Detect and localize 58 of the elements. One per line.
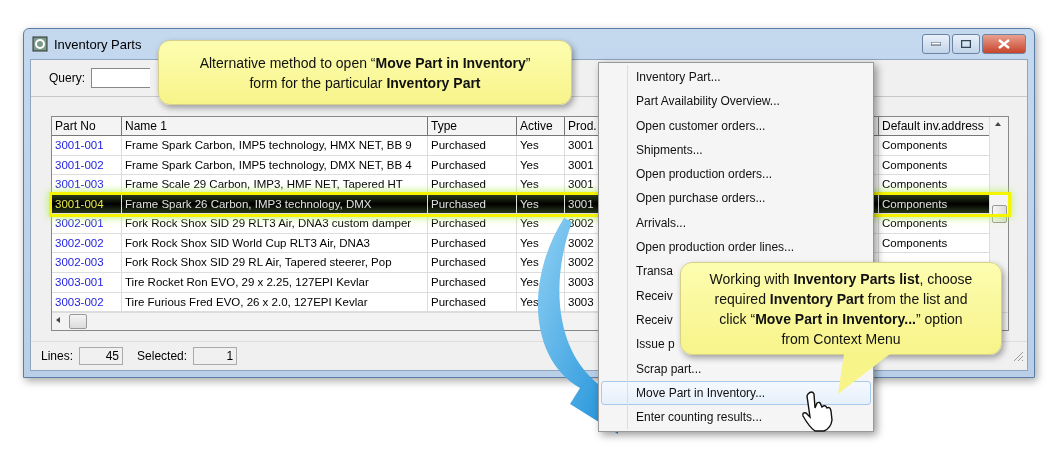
part-link[interactable]: 3003-002 [52, 292, 122, 313]
column-header[interactable]: Default inv.address [879, 117, 990, 136]
part-link[interactable]: 3001-003 [52, 175, 122, 195]
query-field[interactable] [91, 68, 150, 88]
table-cell: Purchased [428, 253, 517, 273]
tooltip-tail [836, 354, 892, 396]
column-header[interactable]: Name 1 [122, 117, 428, 136]
column-header[interactable]: Active [517, 117, 565, 136]
part-link[interactable]: 3003-001 [52, 272, 122, 293]
table-cell: Frame Spark Carbon, IMP5 technology, DMX NET, BB 4 [122, 155, 428, 176]
table-cell: Yes [517, 175, 565, 195]
table-cell: Tire Rocket Ron EVO, 29 x 2.25, 127EPI Kevlar [122, 272, 428, 293]
resize-grip-icon [1012, 350, 1024, 362]
window-title: Inventory Parts [54, 36, 142, 52]
table-cell: Purchased [428, 292, 517, 313]
table-cell: Purchased [428, 155, 517, 176]
hint-tooltip: Working with Inventory Parts list, choose required Inventory Part from the list and click “Move Part in Inventory...” option from Context Menu [680, 262, 1002, 355]
table-cell: Yes [517, 155, 565, 176]
table-cell: Frame Scale 29 Carbon, IMP3, HMF NET, Tapered HT [122, 175, 428, 195]
menu-item[interactable]: Inventory Part... [601, 65, 730, 90]
table-cell: Fork Rock Shox SID World Cup RLT3 Air, DNA3 [122, 233, 428, 254]
part-link[interactable]: 3002-002 [52, 233, 122, 254]
lines-count: 45 [79, 347, 124, 365]
table-cell: Frame Spark 26 Carbon, IMP3 technology, DMX [122, 194, 428, 215]
column-header[interactable]: Part No [52, 117, 122, 136]
part-link[interactable]: 3001-002 [52, 155, 122, 176]
table-cell: Yes [517, 136, 565, 156]
scroll-thumb[interactable] [69, 314, 87, 330]
table-cell: Purchased [428, 136, 517, 156]
menu-item[interactable]: Move Part in Inventory... [601, 380, 871, 406]
menu-item[interactable]: Open customer orders... [601, 113, 775, 138]
column-header[interactable]: Type [428, 117, 517, 136]
selected-label: Selected: [137, 349, 188, 363]
query-label: Query: [49, 71, 85, 85]
table-cell: Frame Spark Carbon, IMP5 technology, HMX NET, BB 9 [122, 136, 428, 156]
part-link[interactable]: 3001-001 [52, 136, 122, 156]
table-cell: Purchased [428, 175, 517, 195]
part-link[interactable]: 3002-003 [52, 253, 122, 273]
table-cell: Components [879, 194, 990, 215]
maximize-button[interactable] [952, 34, 980, 54]
selected-count: 1 [193, 347, 238, 365]
close-button[interactable] [982, 34, 1026, 54]
menu-item[interactable]: Part Availability Overview... [601, 89, 789, 114]
table-cell: Yes [517, 194, 565, 215]
close-icon [998, 39, 1010, 49]
menu-item[interactable]: Scrap part... [601, 356, 711, 381]
menu-item[interactable]: Enter counting results... [601, 405, 772, 430]
hint-tooltip: Alternative method to open “Move Part in Inventory” form for the particular Inventory Part [158, 40, 572, 105]
table-cell: Purchased [428, 194, 517, 215]
minimize-icon [931, 42, 941, 46]
table-cell: Tire Furious Fred EVO, 26 x 2.0, 127EPI Kevlar [122, 292, 428, 313]
lines-label: Lines: [41, 349, 74, 363]
part-link[interactable]: 3001-004 [52, 194, 122, 215]
maximize-icon [961, 40, 971, 48]
table-cell: Purchased [428, 272, 517, 293]
table-cell: Purchased [428, 233, 517, 254]
window-icon [32, 36, 48, 52]
table-cell: Fork Rock Shox SID 29 RL Air, Tapered steerer, Pop [122, 253, 428, 273]
